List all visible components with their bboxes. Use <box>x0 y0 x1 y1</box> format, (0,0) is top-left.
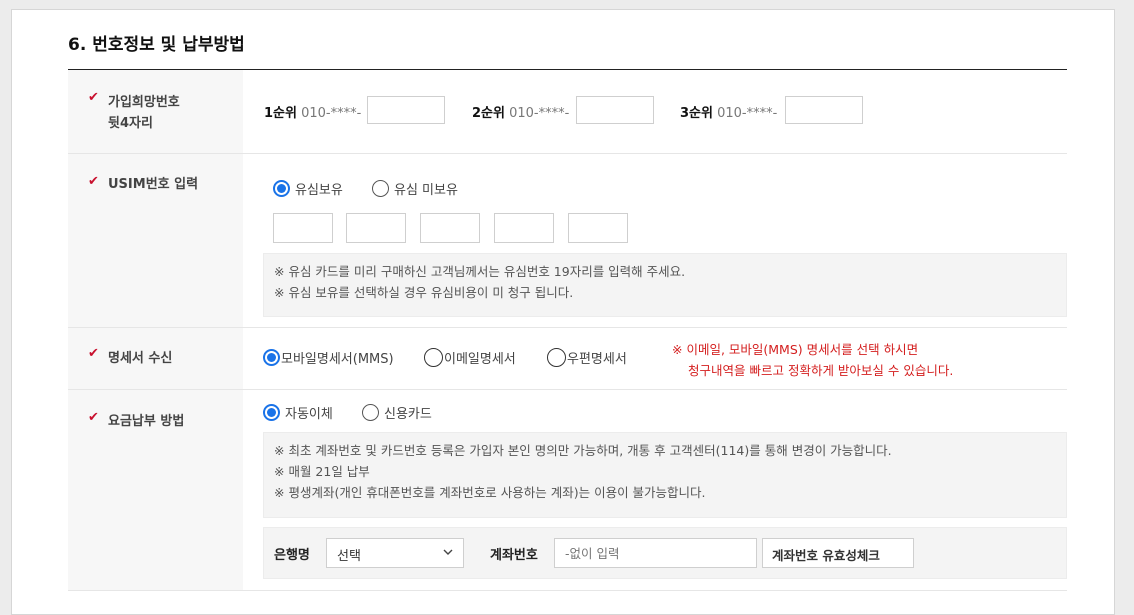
radio-selected-icon <box>263 404 280 421</box>
usim-content: 유심보유 유심 미보유 ※ 유심 카드를 미리 구매하신 고객님께서는 유심번호… <box>243 154 1067 327</box>
statement-mms-radio[interactable]: 모바일명세서(MMS) <box>263 348 394 367</box>
radio-empty-icon <box>424 348 443 367</box>
payment-row: ✔ 요금납부 방법 자동이체 신용카드 ※ 최초 계좌번호 및 카드번호 등록은… <box>68 390 1067 591</box>
usim-segment-4[interactable] <box>494 213 554 243</box>
statement-red-notice: ※ 이메일, 모바일(MMS) 명세서를 선택 하시면 청구내역을 빠르고 정확… <box>672 342 954 378</box>
payment-content: 자동이체 신용카드 ※ 최초 계좌번호 및 카드번호 등록은 가입자 본인 명의… <box>243 390 1067 590</box>
hope-number-row: ✔ 가입희망번호 뒷4자리 1순위 010-****- 2순위 010-****… <box>68 70 1067 154</box>
radio-empty-icon <box>372 180 389 197</box>
chevron-down-icon <box>443 549 453 555</box>
usim-segment-3[interactable] <box>420 213 480 243</box>
bank-account-area: 은행명 선택 계좌번호 계좌번호 유효성체크 <box>263 527 1067 579</box>
usim-label: USIM번호 입력 <box>108 177 199 192</box>
required-check-icon: ✔ <box>88 410 99 425</box>
statement-label: 명세서 수신 <box>108 351 173 366</box>
hope-number-label: 가입희망번호 뒷4자리 <box>108 95 180 131</box>
usim-segment-2[interactable] <box>346 213 406 243</box>
hope-number-content: 1순위 010-****- 2순위 010-****- 3순위 010-****… <box>243 70 1067 153</box>
account-number-input[interactable] <box>554 538 757 568</box>
usim-row: ✔ USIM번호 입력 유심보유 유심 미보유 ※ 유심 카드를 미리 구매하신… <box>68 154 1067 328</box>
statement-email-radio[interactable]: 이메일명세서 <box>424 348 516 367</box>
rank-2-input[interactable] <box>576 96 654 124</box>
payment-label-cell: ✔ 요금납부 방법 <box>68 390 243 590</box>
payment-auto-transfer-radio[interactable]: 자동이체 <box>263 403 333 422</box>
rank-3-label: 3순위 010-****- <box>680 106 778 121</box>
usim-label-cell: ✔ USIM번호 입력 <box>68 154 243 327</box>
section-title: 6. 번호정보 및 납부방법 <box>68 35 245 55</box>
radio-empty-icon <box>547 348 566 367</box>
account-number-label: 계좌번호 <box>490 548 538 563</box>
payment-credit-card-radio[interactable]: 신용카드 <box>362 403 432 422</box>
radio-empty-icon <box>362 404 379 421</box>
rank-1-label: 1순위 010-****- <box>264 106 362 121</box>
form-panel: 6. 번호정보 및 납부방법 ✔ 가입희망번호 뒷4자리 1순위 010-***… <box>11 9 1115 615</box>
account-check-button[interactable]: 계좌번호 유효성체크 <box>762 538 914 568</box>
rank-1-input[interactable] <box>367 96 445 124</box>
usim-have-radio[interactable]: 유심보유 <box>273 179 343 198</box>
required-check-icon: ✔ <box>88 174 99 189</box>
radio-selected-icon <box>273 180 290 197</box>
bank-select[interactable]: 선택 <box>326 538 464 568</box>
payment-label: 요금납부 방법 <box>108 414 185 429</box>
required-check-icon: ✔ <box>88 90 99 105</box>
payment-notice: ※ 최초 계좌번호 및 카드번호 등록은 가입자 본인 명의만 가능하며, 개통… <box>263 432 1067 518</box>
bank-name-label: 은행명 <box>274 548 310 563</box>
usim-segment-1[interactable] <box>273 213 333 243</box>
statement-label-cell: ✔ 명세서 수신 <box>68 328 243 389</box>
statement-content: 모바일명세서(MMS) 이메일명세서 우편명세서 ※ 이메일, 모바일(MMS)… <box>243 328 1067 389</box>
required-check-icon: ✔ <box>88 346 99 361</box>
usim-notice: ※ 유심 카드를 미리 구매하신 고객님께서는 유심번호 19자리를 입력해 주… <box>263 253 1067 317</box>
statement-row: ✔ 명세서 수신 모바일명세서(MMS) 이메일명세서 우편명세서 ※ 이메일,… <box>68 328 1067 390</box>
rank-2-label: 2순위 010-****- <box>472 106 570 121</box>
usim-none-radio[interactable]: 유심 미보유 <box>372 179 458 198</box>
rank-3-input[interactable] <box>785 96 863 124</box>
radio-selected-icon <box>263 349 280 366</box>
usim-segment-5[interactable] <box>568 213 628 243</box>
hope-number-label-cell: ✔ 가입희망번호 뒷4자리 <box>68 70 243 153</box>
statement-post-radio[interactable]: 우편명세서 <box>547 348 627 367</box>
